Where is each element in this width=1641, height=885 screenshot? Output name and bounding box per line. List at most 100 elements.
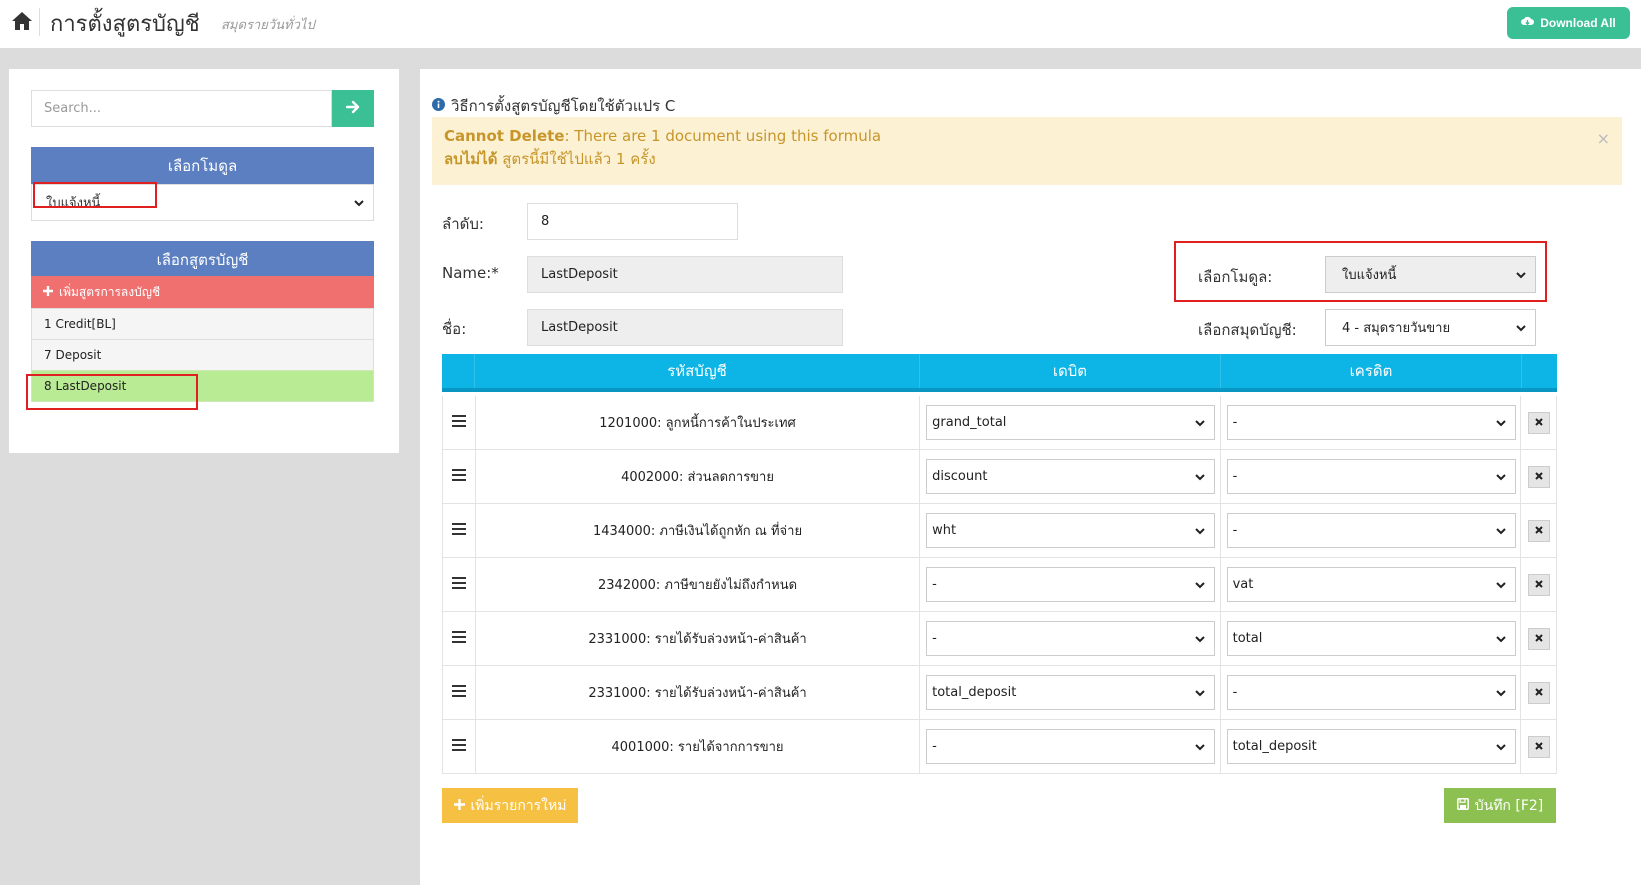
- left-panel: Search... เลือกโมดูล ใบแจ้งหนี้ เลือกสูต…: [9, 69, 399, 453]
- table-row: 2342000: ภาษีขายยังไม่ถึงกำหนด - vat: [442, 558, 1557, 612]
- download-all-label: Download All: [1540, 16, 1616, 30]
- delete-row-button[interactable]: [1527, 735, 1550, 758]
- add-formula-button[interactable]: เพิ่มสูตรการลงบัญชี: [31, 276, 374, 308]
- search-button[interactable]: [332, 90, 374, 127]
- close-icon: [1534, 415, 1543, 430]
- module-header: เลือกโมดูล: [31, 147, 374, 184]
- close-icon: [1534, 523, 1543, 538]
- page-title: การตั้งสูตรบัญชี: [50, 12, 200, 37]
- module-label: เลือกโมดูล:: [1198, 268, 1273, 286]
- chevron-down-icon: [1194, 741, 1206, 753]
- name-input[interactable]: LastDeposit: [527, 256, 843, 293]
- download-all-button[interactable]: Download All: [1507, 7, 1630, 39]
- delete-row-button[interactable]: [1527, 681, 1550, 704]
- close-icon: [1534, 631, 1543, 646]
- table-row: 4001000: รายได้จากการขาย - total_deposit: [442, 720, 1557, 774]
- name-value: LastDeposit: [541, 267, 618, 282]
- home-icon[interactable]: [11, 10, 33, 32]
- chevron-down-icon: [1194, 525, 1206, 537]
- drag-handle[interactable]: [443, 450, 476, 503]
- thai-name-input[interactable]: LastDeposit: [527, 309, 843, 346]
- table-row: 1434000: ภาษีเงินได้ถูกหัก ณ ที่จ่าย wht -: [442, 504, 1557, 558]
- debit-select[interactable]: grand_total: [926, 405, 1216, 440]
- save-button[interactable]: บันทึก [F2]: [1444, 788, 1556, 823]
- arrow-right-icon: [345, 100, 360, 118]
- journal-label: เลือกสมุดบัญชี:: [1198, 321, 1297, 339]
- chevron-down-icon: [1515, 322, 1527, 334]
- drag-handle[interactable]: [443, 666, 476, 719]
- debit-value: -: [932, 577, 937, 592]
- chevron-down-icon: [1495, 633, 1507, 645]
- plus-icon: [43, 285, 53, 299]
- delete-row-button[interactable]: [1527, 465, 1550, 488]
- drag-handle[interactable]: [443, 396, 476, 449]
- credit-select[interactable]: -: [1226, 675, 1516, 710]
- drag-handle[interactable]: [443, 720, 476, 773]
- delete-cell: [1521, 450, 1556, 503]
- account-cell: 2342000: ภาษีขายยังไม่ถึงกำหนด: [476, 558, 921, 611]
- chevron-down-icon: [1495, 417, 1507, 429]
- formula-item[interactable]: 7 Deposit: [31, 339, 374, 371]
- journal-select[interactable]: 4 - สมุดรายวันขาย: [1325, 309, 1536, 346]
- module-select-main[interactable]: ใบแจ้งหนี้: [1325, 256, 1536, 293]
- debit-select[interactable]: -: [926, 729, 1216, 764]
- info-icon: [432, 97, 445, 115]
- alert-strong-en: Cannot Delete: [444, 127, 565, 145]
- formula-item[interactable]: 1 Credit[BL]: [31, 308, 374, 340]
- debit-select[interactable]: discount: [926, 459, 1216, 494]
- drag-handle[interactable]: [443, 612, 476, 665]
- save-label: บันทึก [F2]: [1474, 797, 1544, 814]
- debit-select[interactable]: total_deposit: [926, 675, 1216, 710]
- add-item-button[interactable]: เพิ่มรายการใหม่: [442, 788, 578, 823]
- account-text: 1201000: ลูกหนี้การค้าในประเทศ: [599, 416, 796, 431]
- account-cell: 1201000: ลูกหนี้การค้าในประเทศ: [476, 396, 921, 449]
- delete-cell: [1521, 612, 1556, 665]
- header-account: รหัสบัญชี: [475, 354, 920, 388]
- table-row: 2331000: รายได้รับล่วงหน้า-ค่าสินค้า tota…: [442, 666, 1557, 720]
- order-input[interactable]: 8: [527, 203, 738, 240]
- drag-handle[interactable]: [443, 504, 476, 557]
- module-select[interactable]: ใบแจ้งหนี้: [31, 184, 374, 221]
- debit-value: total_deposit: [932, 685, 1017, 700]
- credit-select[interactable]: -: [1226, 513, 1516, 548]
- chevron-down-icon: [1515, 269, 1527, 281]
- credit-select[interactable]: -: [1226, 459, 1516, 494]
- debit-value: -: [932, 631, 937, 646]
- drag-handle[interactable]: [443, 558, 476, 611]
- plus-icon: [453, 798, 465, 814]
- account-cell: 2331000: รายได้รับล่วงหน้า-ค่าสินค้า: [476, 612, 921, 665]
- delete-row-button[interactable]: [1527, 573, 1550, 596]
- credit-cell: vat: [1221, 558, 1522, 611]
- formula-header: เลือกสูตรบัญชี: [31, 241, 374, 278]
- delete-cell: [1521, 396, 1556, 449]
- table-row: 4002000: ส่วนลดการขาย discount -: [442, 450, 1557, 504]
- formula-item-active[interactable]: 8 LastDeposit: [31, 370, 374, 402]
- main-panel: วิธีการตั้งสูตรบัญชีโดยใช้ตัวแปร C Canno…: [420, 69, 1641, 885]
- order-value: 8: [541, 214, 550, 229]
- delete-row-button[interactable]: [1527, 411, 1550, 434]
- delete-row-button[interactable]: [1527, 519, 1550, 542]
- debit-select[interactable]: -: [926, 567, 1216, 602]
- credit-select[interactable]: -: [1226, 405, 1516, 440]
- search-input[interactable]: Search...: [31, 90, 332, 127]
- add-formula-label: เพิ่มสูตรการลงบัญชี: [59, 284, 161, 299]
- credit-select[interactable]: vat: [1226, 567, 1516, 602]
- debit-value: wht: [932, 523, 957, 538]
- account-text: 2331000: รายได้รับล่วงหน้า-ค่าสินค้า: [588, 686, 807, 701]
- debit-cell: total_deposit: [920, 666, 1221, 719]
- credit-select[interactable]: total: [1226, 621, 1516, 656]
- debit-select[interactable]: wht: [926, 513, 1216, 548]
- cloud-download-icon: [1521, 16, 1535, 30]
- order-label: ลำดับ:: [442, 215, 484, 233]
- delete-row-button[interactable]: [1527, 627, 1550, 650]
- credit-select[interactable]: total_deposit: [1226, 729, 1516, 764]
- module-select-main-value: ใบแจ้งหนี้: [1342, 268, 1397, 283]
- chevron-down-icon: [353, 197, 365, 209]
- credit-value: vat: [1232, 577, 1254, 592]
- close-icon[interactable]: ×: [1597, 127, 1610, 150]
- thai-name-value: LastDeposit: [541, 320, 618, 335]
- account-text: 4001000: รายได้จากการขาย: [611, 740, 784, 755]
- debit-select[interactable]: -: [926, 621, 1216, 656]
- debit-cell: -: [920, 612, 1221, 665]
- chevron-down-icon: [1194, 417, 1206, 429]
